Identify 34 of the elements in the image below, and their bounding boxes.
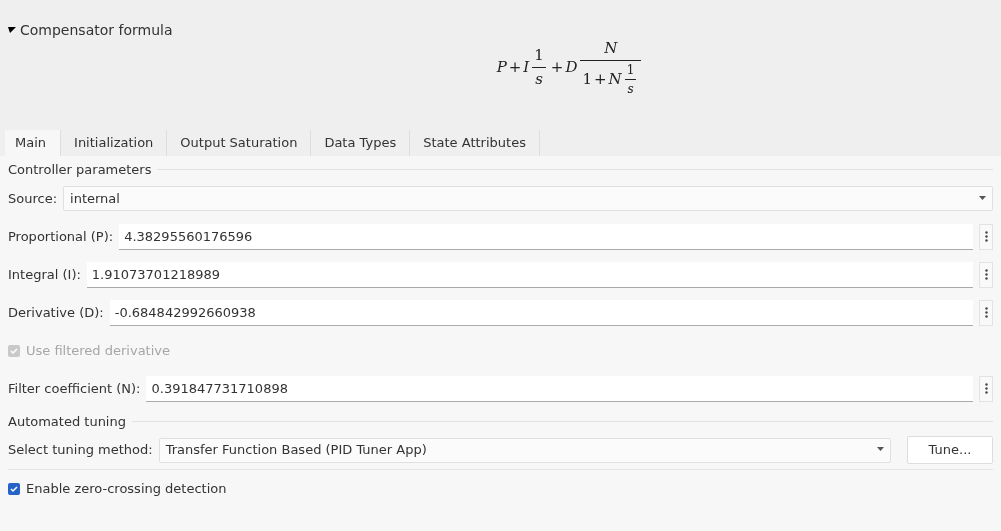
more-options-button[interactable] bbox=[979, 375, 993, 402]
dropdown[interactable]: internal bbox=[63, 186, 993, 211]
field-label: Integral (I): bbox=[8, 265, 81, 284]
input-field[interactable]: 1.91073701218989 bbox=[86, 261, 973, 288]
checkbox[interactable] bbox=[8, 483, 20, 495]
field-label: Source: bbox=[8, 189, 58, 208]
caret-icon bbox=[979, 195, 986, 201]
more-options-button[interactable] bbox=[979, 261, 993, 288]
tune-button[interactable]: Tune... bbox=[907, 436, 993, 464]
caret-icon bbox=[877, 447, 884, 452]
dropdown[interactable]: Transfer Function Based (PID Tuner App) bbox=[158, 437, 891, 463]
tab[interactable]: State Attributes bbox=[410, 130, 540, 156]
input-field[interactable]: 0.391847731710898 bbox=[146, 375, 973, 402]
section-title: Compensator formula bbox=[20, 21, 173, 40]
checkbox-label: Enable zero-crossing detection bbox=[26, 480, 227, 499]
field-label: Derivative (D): bbox=[8, 303, 104, 322]
tab[interactable]: Data Types bbox=[311, 130, 411, 156]
more-icon bbox=[984, 307, 988, 318]
field-label: Select tuning method: bbox=[8, 441, 153, 460]
input-field[interactable]: 4.38295560176596 bbox=[119, 223, 973, 250]
input-field[interactable]: -0.684842992660938 bbox=[109, 299, 973, 326]
tab[interactable]: Output Saturation bbox=[167, 130, 312, 156]
group-title: Controller parameters bbox=[8, 161, 152, 179]
field-label: Proportional (P): bbox=[8, 227, 114, 246]
checkbox-label: Use filtered derivative bbox=[26, 341, 171, 360]
group-title: Automated tuning bbox=[8, 412, 126, 431]
more-icon bbox=[984, 231, 988, 242]
more-options-button[interactable] bbox=[979, 223, 993, 250]
tab[interactable]: Initialization bbox=[61, 130, 168, 156]
more-icon bbox=[984, 269, 988, 280]
more-options-button[interactable] bbox=[979, 299, 993, 326]
more-icon bbox=[984, 383, 988, 394]
field-label: Filter coefficient (N): bbox=[8, 379, 141, 398]
tab[interactable]: Main bbox=[5, 130, 62, 156]
